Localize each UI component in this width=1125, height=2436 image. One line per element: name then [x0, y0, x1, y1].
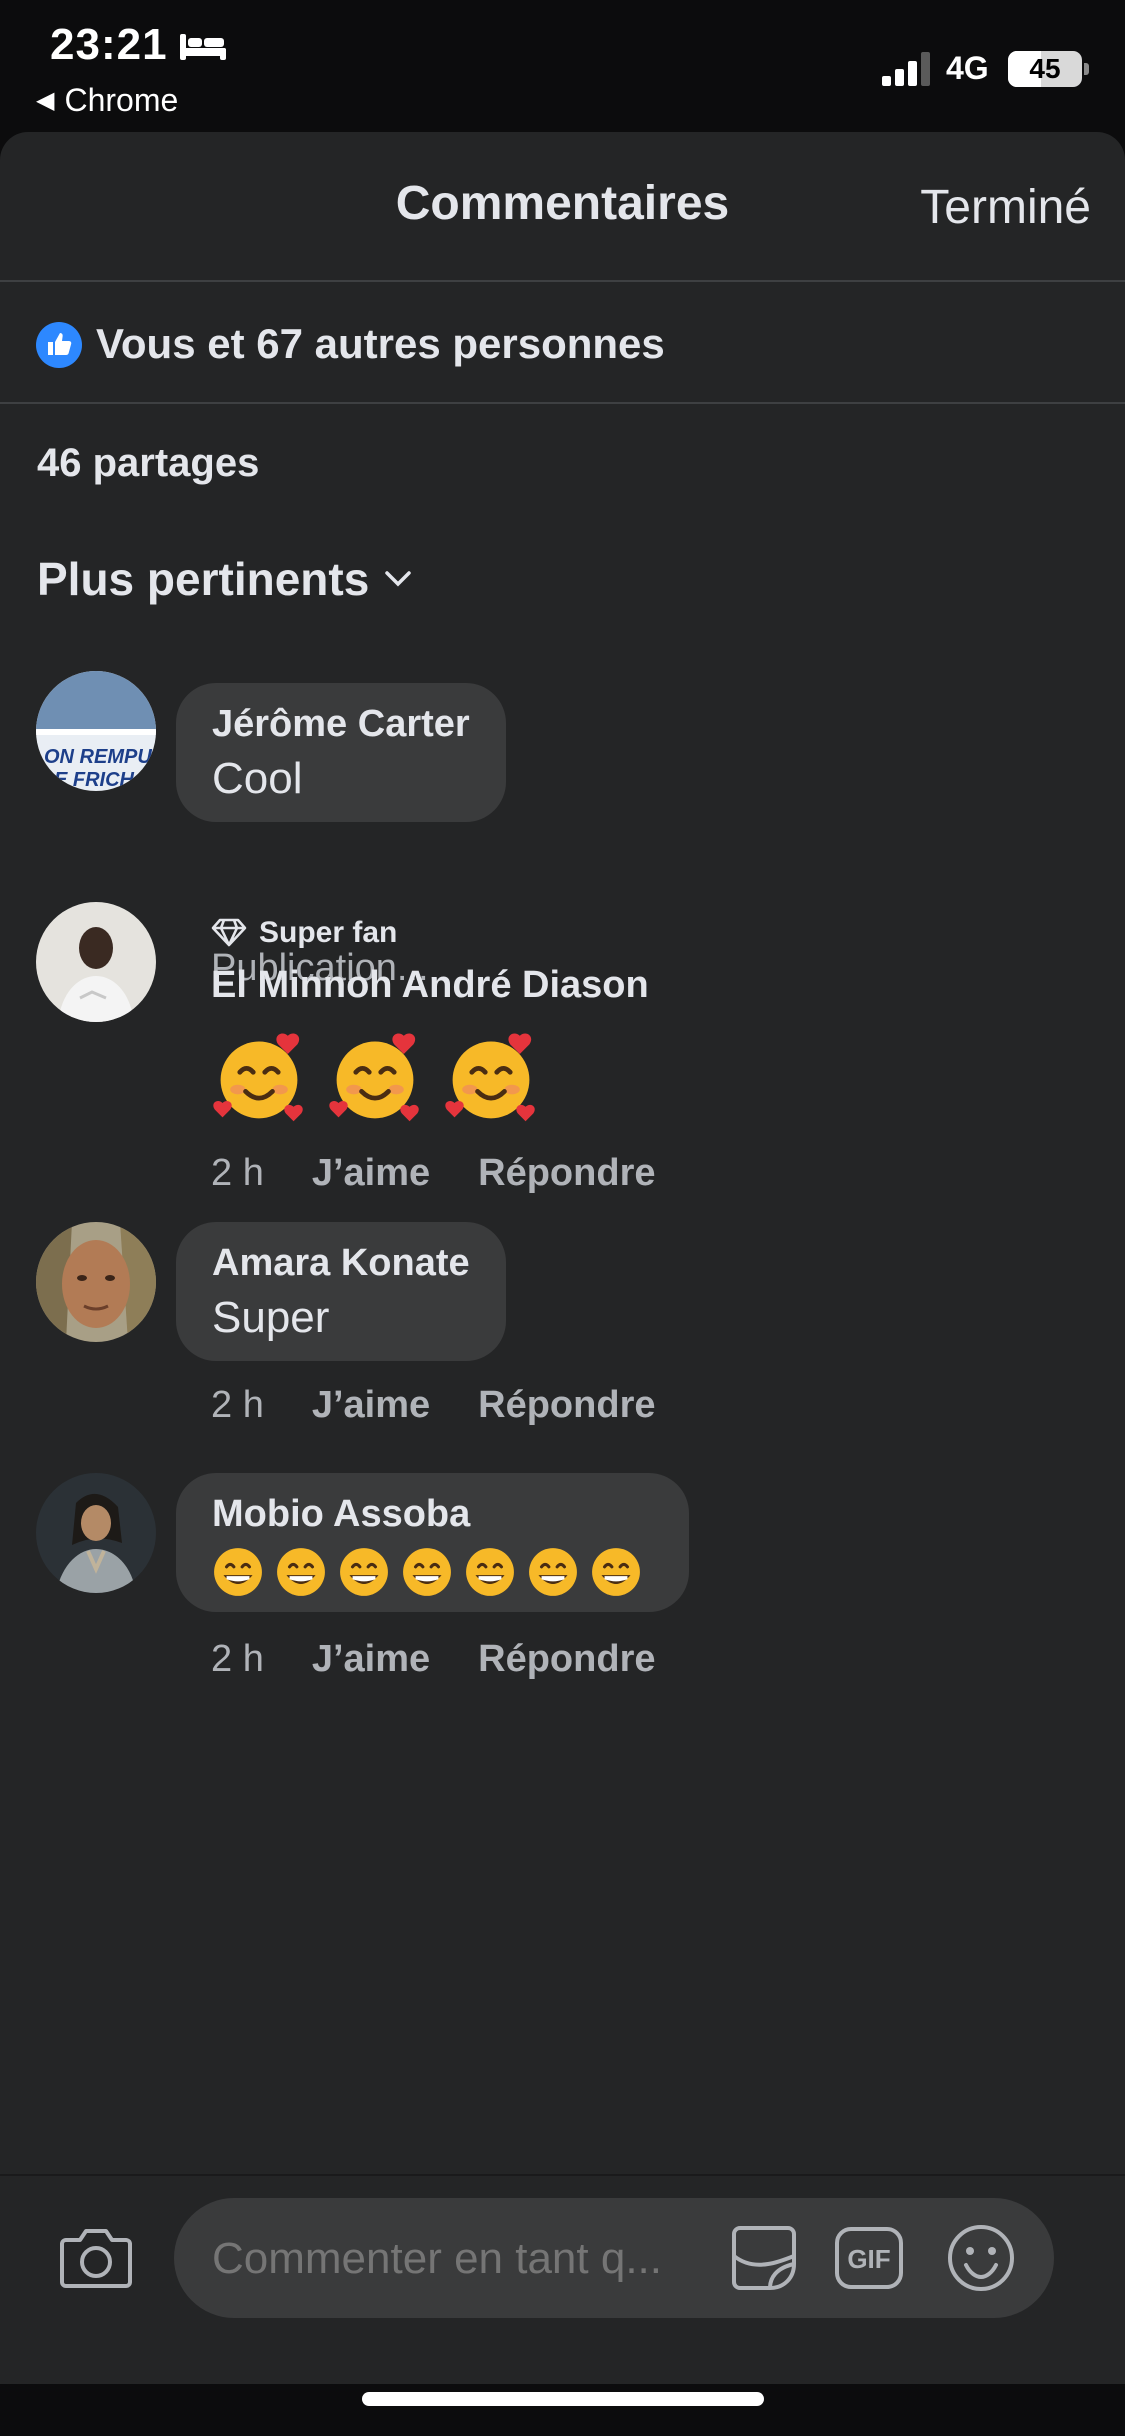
bed-icon [180, 34, 226, 60]
avatar[interactable]: ON REMPUT E FRICH [36, 671, 156, 791]
gif-label: GIF [847, 2244, 890, 2274]
shares-count[interactable]: 46 partages [37, 441, 259, 486]
smiling-face-with-hearts-emoji [329, 1033, 419, 1122]
smiling-face-with-hearts-emoji [213, 1033, 303, 1122]
gif-icon[interactable]: GIF [834, 2226, 904, 2290]
grinning-face-emoji [592, 1548, 640, 1596]
done-button[interactable]: Terminé [920, 180, 1091, 235]
comment-author[interactable]: Amara Konate [212, 1242, 470, 1285]
comment-text: Super [212, 1293, 330, 1342]
comment-bubble[interactable]: Jérôme Carter Cool [176, 683, 506, 822]
comment-time: 2 h [211, 1384, 264, 1426]
diamond-icon [211, 918, 247, 947]
comment-author[interactable]: Mobio Assoba [212, 1493, 653, 1536]
grinning-face-emoji [529, 1548, 577, 1596]
reactions-summary[interactable]: Vous et 67 autres personnes [0, 282, 1125, 404]
battery-level: 45 [1029, 53, 1061, 84]
comment-bubble[interactable]: Amara Konate Super [176, 1222, 506, 1361]
comment-emoji-row [211, 1030, 559, 1131]
sort-label: Plus pertinents [37, 553, 370, 605]
comments-sheet: Commentaires Terminé Vous et 67 autres p… [0, 132, 1125, 2382]
super-fan-badge: Super fan [211, 916, 397, 950]
like-icon [36, 322, 82, 368]
reactions-text: Vous et 67 autres personnes [96, 320, 665, 367]
comment-actions: 2 h J’aime Répondre [211, 1638, 656, 1681]
avatar[interactable] [36, 902, 156, 1022]
back-to-app-link[interactable]: ◀ Chrome [36, 82, 178, 119]
comment-author[interactable]: El Minnoh André Diason [211, 964, 649, 1007]
comment-actions: 2 h J’aime Répondre [211, 1152, 656, 1195]
comment-time: 2 h [211, 1638, 264, 1680]
emoji-icon[interactable] [946, 2223, 1016, 2293]
sticker-icon[interactable] [726, 2220, 802, 2296]
reply-button[interactable]: Répondre [478, 1384, 655, 1426]
comment-author[interactable]: Jérôme Carter [212, 703, 470, 746]
comment-composer: GIF [0, 2174, 1125, 2384]
status-bar: 23:21 ◀ Chrome 4G 45 [0, 0, 1125, 130]
like-button[interactable]: J’aime [312, 1152, 430, 1194]
reply-button[interactable]: Répondre [478, 1638, 655, 1680]
grinning-face-emoji [466, 1548, 514, 1596]
sheet-header: Commentaires Terminé [0, 132, 1125, 282]
network-type: 4G [946, 50, 989, 86]
reply-button[interactable]: Répondre [478, 1152, 655, 1194]
back-app-label: Chrome [64, 82, 179, 118]
svg-text:E FRICH: E FRICH [54, 769, 135, 791]
camera-icon[interactable] [58, 2224, 134, 2292]
grinning-face-emoji [277, 1548, 325, 1596]
status-time: 23:21 [50, 20, 168, 69]
comment-bubble[interactable]: Mobio Assoba [176, 1473, 689, 1612]
comment-input-container[interactable]: GIF [174, 2198, 1054, 2318]
signal-icon [882, 52, 930, 86]
chevron-down-icon [385, 571, 412, 587]
grinning-face-emoji [403, 1548, 451, 1596]
sort-dropdown[interactable]: Plus pertinents [37, 552, 413, 606]
home-indicator[interactable] [362, 2392, 764, 2406]
super-fan-label: Super fan [259, 916, 398, 949]
svg-text:ON REMPUT: ON REMPUT [44, 746, 156, 768]
avatar[interactable] [36, 1473, 156, 1593]
battery-icon: 45 [1008, 51, 1082, 87]
back-triangle-icon: ◀ [36, 87, 55, 114]
comment-text: Cool [212, 754, 303, 803]
comment-input[interactable] [212, 2234, 712, 2284]
like-button[interactable]: J’aime [312, 1638, 430, 1680]
comment-actions: 2 h J’aime Répondre [211, 1384, 656, 1427]
like-button[interactable]: J’aime [312, 1384, 430, 1426]
grinning-face-emoji [340, 1548, 388, 1596]
grinning-face-emoji [214, 1548, 262, 1596]
smiling-face-with-hearts-emoji [445, 1033, 535, 1122]
avatar[interactable] [36, 1222, 156, 1342]
comment-time: 2 h [211, 1152, 264, 1194]
battery-tip [1084, 63, 1089, 75]
comment-emoji-row [212, 1546, 653, 1598]
